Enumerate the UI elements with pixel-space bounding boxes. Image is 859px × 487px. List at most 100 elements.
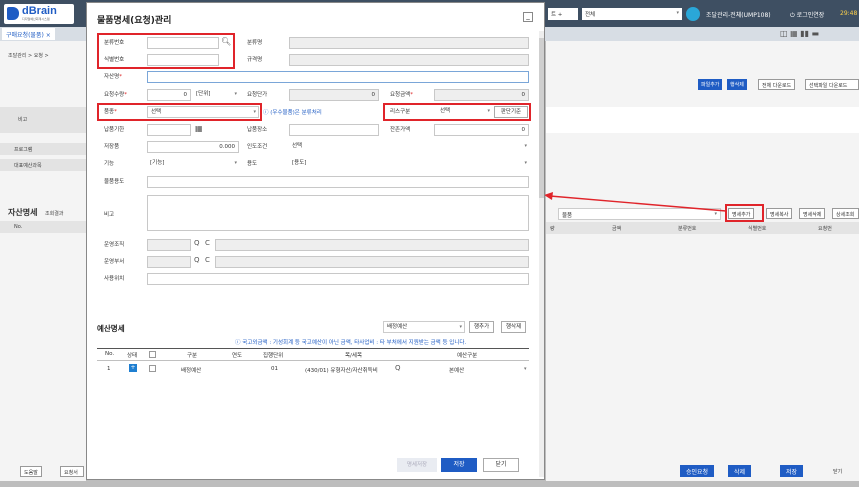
place-input[interactable] bbox=[289, 124, 379, 136]
asset-subtitle: 조회결과 bbox=[45, 211, 64, 217]
top-dropdown-2[interactable]: 전체 ▾ bbox=[582, 8, 682, 20]
delivery-date-input[interactable] bbox=[147, 124, 191, 136]
label-reserve: 저장품 bbox=[104, 144, 120, 150]
add-file-button[interactable]: 파일추가 bbox=[698, 79, 723, 90]
item-type-value: 선택 bbox=[151, 109, 162, 115]
label-purpose: 물품용도 bbox=[104, 179, 125, 185]
usage-select[interactable]: [용도] ▾ bbox=[289, 158, 529, 170]
bg-close-button[interactable]: 닫기 bbox=[830, 466, 845, 477]
lease-amount-input[interactable]: 0 bbox=[434, 124, 529, 136]
reserve-input[interactable]: 0.000 bbox=[147, 141, 239, 153]
item-type-select[interactable]: 선택 ▾ bbox=[147, 106, 259, 118]
refresh-icon[interactable]: C bbox=[205, 256, 210, 264]
required-mark: * bbox=[410, 92, 413, 98]
label-risk: 리스구분 bbox=[390, 109, 411, 115]
close-button[interactable]: 닫기 bbox=[483, 458, 519, 472]
col-amount: 금액 bbox=[612, 226, 622, 232]
budget-delete-row-button[interactable]: 행삭제 bbox=[501, 321, 527, 333]
unit-select[interactable]: [단위] ▾ bbox=[193, 89, 239, 101]
asset-name-input[interactable] bbox=[147, 71, 529, 83]
asset-title: 자산명세 bbox=[8, 208, 38, 217]
dept-name-field bbox=[215, 256, 529, 268]
bg-budget-label: 대표예산과목 bbox=[14, 163, 42, 169]
budget-type-select[interactable]: 배정예산 ▾ bbox=[383, 321, 465, 333]
budget-add-row-button[interactable]: 행추가 bbox=[469, 321, 495, 333]
id-no-input[interactable] bbox=[147, 54, 219, 66]
user-name: 조달관리-전체(UMP108) bbox=[706, 12, 771, 19]
label-unit-price: 요청단가 bbox=[247, 92, 268, 98]
qty-input[interactable]: 0 bbox=[147, 89, 191, 101]
minimize-button[interactable]: _ bbox=[523, 12, 533, 22]
session-extend-link[interactable]: ⏻ 로그인연장 bbox=[790, 10, 824, 20]
brand-name: dBrain bbox=[22, 5, 57, 17]
chevron-down-icon: ▾ bbox=[487, 108, 490, 114]
search-icon[interactable]: Q bbox=[194, 256, 200, 264]
bg-delete-button[interactable]: 삭제 bbox=[728, 465, 752, 477]
dept-code-field bbox=[147, 256, 191, 268]
item-spec-modal: 물품명세(요청)관리 _ 분류번호 🔍︎ 분류명 식별번호 규격명 자산명* 요… bbox=[86, 2, 545, 480]
copy-spec-button[interactable]: 명세복사 bbox=[766, 208, 793, 219]
bg-note-row bbox=[0, 107, 86, 133]
modal-scrollbar-thumb[interactable] bbox=[539, 38, 544, 198]
chevron-down-icon: ▾ bbox=[253, 109, 256, 115]
delete-row-button[interactable]: 행삭제 bbox=[727, 79, 747, 90]
refresh-icon[interactable]: C bbox=[205, 239, 210, 247]
function-select[interactable]: [기능] ▾ bbox=[147, 158, 239, 170]
col-qty: 량 bbox=[550, 226, 555, 232]
info-icon: ⓘ bbox=[235, 340, 241, 346]
budget-row-kind: 본예산 bbox=[449, 368, 465, 374]
budget-row-no: 1 bbox=[107, 366, 111, 372]
terms-select[interactable]: 선택 ▾ bbox=[289, 141, 529, 153]
chevron-down-icon: ▾ bbox=[524, 143, 527, 149]
location-input[interactable] bbox=[147, 273, 529, 285]
bg-save-button[interactable]: 저장 bbox=[780, 465, 804, 477]
unit-value: [단위] bbox=[196, 91, 211, 97]
chevron-down-icon: ▾ bbox=[459, 324, 462, 330]
save-button[interactable]: 저장 bbox=[441, 458, 477, 472]
label-function: 기능 bbox=[104, 161, 115, 167]
tab-purchase-request[interactable]: 구매요청(물품) × bbox=[2, 28, 55, 40]
label-qty: 요청수량* bbox=[104, 89, 127, 101]
chevron-down-icon[interactable]: ▾ bbox=[524, 366, 527, 372]
detail-view-button[interactable]: 상세조회 bbox=[832, 208, 859, 219]
top-dropdown-1[interactable]: 트 + bbox=[548, 8, 578, 20]
search-icon[interactable]: Q bbox=[395, 364, 401, 372]
add-spec-highlight bbox=[725, 204, 764, 222]
download-all-button[interactable]: 전체 다운로드 bbox=[758, 79, 796, 90]
budget-row-type: 배정예산 bbox=[181, 368, 202, 374]
calendar-icon[interactable]: ▦ bbox=[195, 124, 203, 133]
budget-info: ⓘ 국고외금액 : 기성회계 등 국고예산이 아닌 금액, 타사업비 : 타 부… bbox=[235, 338, 466, 346]
unit-price-field: 0 bbox=[289, 89, 379, 101]
header-checkbox[interactable] bbox=[149, 351, 156, 358]
judge-criteria-button[interactable]: 판단기준 bbox=[494, 106, 528, 118]
risk-select[interactable]: 선택 ▾ bbox=[437, 106, 492, 118]
note-textarea[interactable] bbox=[147, 195, 529, 231]
layout-icons[interactable]: ◫ ▦ ▮▮ ▬ bbox=[780, 29, 819, 38]
app-logo[interactable]: dBrain 디지털예산회계시스템 bbox=[4, 4, 74, 24]
download-selected-button[interactable]: 선택파일 다운로드 bbox=[805, 79, 859, 90]
label-amount-text: 요청금액 bbox=[390, 92, 411, 98]
approval-request-button[interactable]: 승인요청 bbox=[680, 465, 715, 477]
request-doc-button[interactable]: 요청서 bbox=[60, 466, 84, 477]
chatbot-icon[interactable] bbox=[686, 7, 700, 21]
row-checkbox[interactable] bbox=[149, 365, 156, 372]
delete-spec-button[interactable]: 명세삭제 bbox=[799, 208, 826, 219]
spec-field bbox=[289, 54, 529, 66]
label-delivery: 납품기한 bbox=[104, 127, 125, 133]
spec-save-button-disabled[interactable]: 명세저장 bbox=[397, 458, 437, 472]
org-code-field bbox=[147, 239, 191, 251]
search-icon[interactable]: Q bbox=[194, 239, 200, 247]
org-name-field bbox=[215, 239, 529, 251]
label-usage: 용도 bbox=[247, 161, 258, 167]
budget-title: 예산명세 bbox=[97, 324, 125, 333]
chevron-down-icon: ▾ bbox=[676, 10, 679, 16]
excellent-item-link[interactable]: ⓘ (우수물품)은 분류처리 bbox=[263, 108, 322, 116]
risk-value: 선택 bbox=[440, 108, 451, 114]
help-button[interactable]: 도움말 bbox=[20, 466, 42, 477]
col-year: 연도 bbox=[232, 353, 243, 359]
col-type: 구분 bbox=[187, 353, 198, 359]
row-edit-icon: + bbox=[129, 364, 137, 372]
label-amount: 요청금액* bbox=[390, 89, 413, 101]
asset-table-header bbox=[546, 222, 859, 234]
purpose-input[interactable] bbox=[147, 176, 529, 188]
